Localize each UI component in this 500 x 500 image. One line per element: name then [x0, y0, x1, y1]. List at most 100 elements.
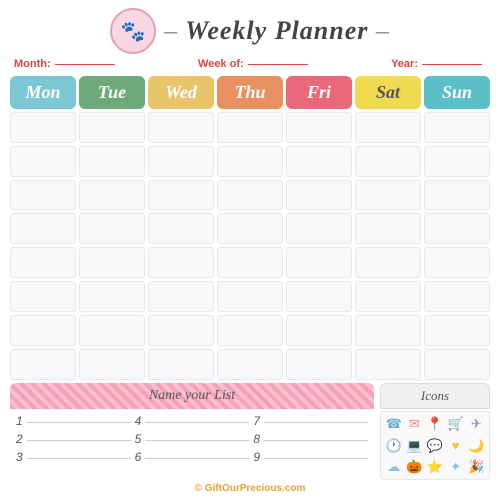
row-cell[interactable] [355, 247, 421, 278]
row-cell[interactable] [424, 213, 490, 244]
row-cell[interactable] [355, 112, 421, 143]
col-tue [79, 112, 145, 379]
day-fri: Fri [286, 76, 352, 109]
col-sat [355, 112, 421, 379]
icon-item: ✈ [467, 415, 485, 433]
bottom-section: Name your List 147258369 Icons ☎✉📍🛒✈🕐💻💬♥… [10, 383, 490, 480]
col-fri [286, 112, 352, 379]
row-cell[interactable] [355, 349, 421, 380]
row-cell[interactable] [424, 281, 490, 312]
logo: 🐾 [110, 8, 156, 54]
row-cell[interactable] [10, 112, 76, 143]
row-cell[interactable] [424, 349, 490, 380]
col-sun [424, 112, 490, 379]
list-item[interactable]: 4 [135, 413, 250, 429]
col-mon [10, 112, 76, 379]
row-cell[interactable] [79, 315, 145, 346]
icons-section: Icons ☎✉📍🛒✈🕐💻💬♥🌙☁🎃⭐✦🎉 [380, 383, 490, 480]
row-cell[interactable] [424, 315, 490, 346]
row-cell[interactable] [217, 281, 283, 312]
row-cell[interactable] [148, 349, 214, 380]
row-cell[interactable] [424, 180, 490, 211]
row-cell[interactable] [79, 146, 145, 177]
row-cell[interactable] [286, 112, 352, 143]
row-cell[interactable] [10, 146, 76, 177]
icon-item: 🕐 [385, 437, 403, 455]
day-thu: Thu [217, 76, 283, 109]
row-cell[interactable] [286, 146, 352, 177]
row-cell[interactable] [79, 281, 145, 312]
row-cell[interactable] [286, 180, 352, 211]
row-cell[interactable] [286, 213, 352, 244]
list-item[interactable]: 2 [16, 431, 131, 447]
row-cell[interactable] [10, 180, 76, 211]
row-cell[interactable] [148, 112, 214, 143]
list-number: 1 [16, 414, 23, 428]
row-cell[interactable] [10, 315, 76, 346]
row-cell[interactable] [217, 349, 283, 380]
list-number: 9 [253, 450, 260, 464]
name-list-header: Name your List [10, 383, 374, 409]
list-item[interactable]: 6 [135, 449, 250, 465]
row-cell[interactable] [148, 281, 214, 312]
row-cell[interactable] [148, 213, 214, 244]
row-cell[interactable] [217, 112, 283, 143]
list-line [145, 422, 249, 423]
day-tue: Tue [79, 76, 145, 109]
meta-row: Month: Week of: Year: [10, 58, 490, 70]
list-item[interactable]: 1 [16, 413, 131, 429]
row-cell[interactable] [217, 146, 283, 177]
icons-header: Icons [380, 383, 490, 409]
list-item[interactable]: 9 [253, 449, 368, 465]
row-cell[interactable] [10, 349, 76, 380]
row-cell[interactable] [79, 213, 145, 244]
row-cell[interactable] [148, 315, 214, 346]
row-cell[interactable] [79, 112, 145, 143]
row-cell[interactable] [10, 213, 76, 244]
row-cell[interactable] [79, 180, 145, 211]
day-wed: Wed [148, 76, 214, 109]
row-cell[interactable] [217, 247, 283, 278]
list-line [264, 422, 368, 423]
row-cell[interactable] [424, 112, 490, 143]
row-cell[interactable] [286, 315, 352, 346]
list-line [27, 458, 131, 459]
row-cell[interactable] [286, 247, 352, 278]
list-line [27, 422, 131, 423]
col-wed [148, 112, 214, 379]
row-cell[interactable] [355, 315, 421, 346]
list-number: 7 [253, 414, 260, 428]
row-cell[interactable] [79, 247, 145, 278]
row-cell[interactable] [424, 247, 490, 278]
list-item[interactable]: 5 [135, 431, 250, 447]
row-cell[interactable] [217, 315, 283, 346]
list-item[interactable]: 8 [253, 431, 368, 447]
row-cell[interactable] [10, 281, 76, 312]
row-cell[interactable] [217, 180, 283, 211]
row-cell[interactable] [217, 213, 283, 244]
list-item[interactable]: 7 [253, 413, 368, 429]
row-cell[interactable] [286, 281, 352, 312]
row-cell[interactable] [79, 349, 145, 380]
row-cell[interactable] [148, 247, 214, 278]
year-line [422, 64, 482, 65]
list-line [145, 440, 249, 441]
row-cell[interactable] [424, 146, 490, 177]
row-cell[interactable] [355, 281, 421, 312]
row-cell[interactable] [355, 180, 421, 211]
row-cell[interactable] [10, 247, 76, 278]
row-cell[interactable] [355, 146, 421, 177]
list-number: 3 [16, 450, 23, 464]
row-cell[interactable] [355, 213, 421, 244]
icon-item: ☎ [385, 415, 403, 433]
footer: © GiftOurPrecious.com [10, 483, 490, 494]
icon-item: 🎃 [406, 458, 424, 476]
row-cell[interactable] [286, 349, 352, 380]
list-line [27, 440, 131, 441]
list-number: 6 [135, 450, 142, 464]
list-item[interactable]: 3 [16, 449, 131, 465]
row-cell[interactable] [148, 146, 214, 177]
year-label: Year: [391, 58, 418, 70]
row-cell[interactable] [148, 180, 214, 211]
name-list-section: Name your List 1 47 258 3 6 9 [10, 383, 374, 480]
